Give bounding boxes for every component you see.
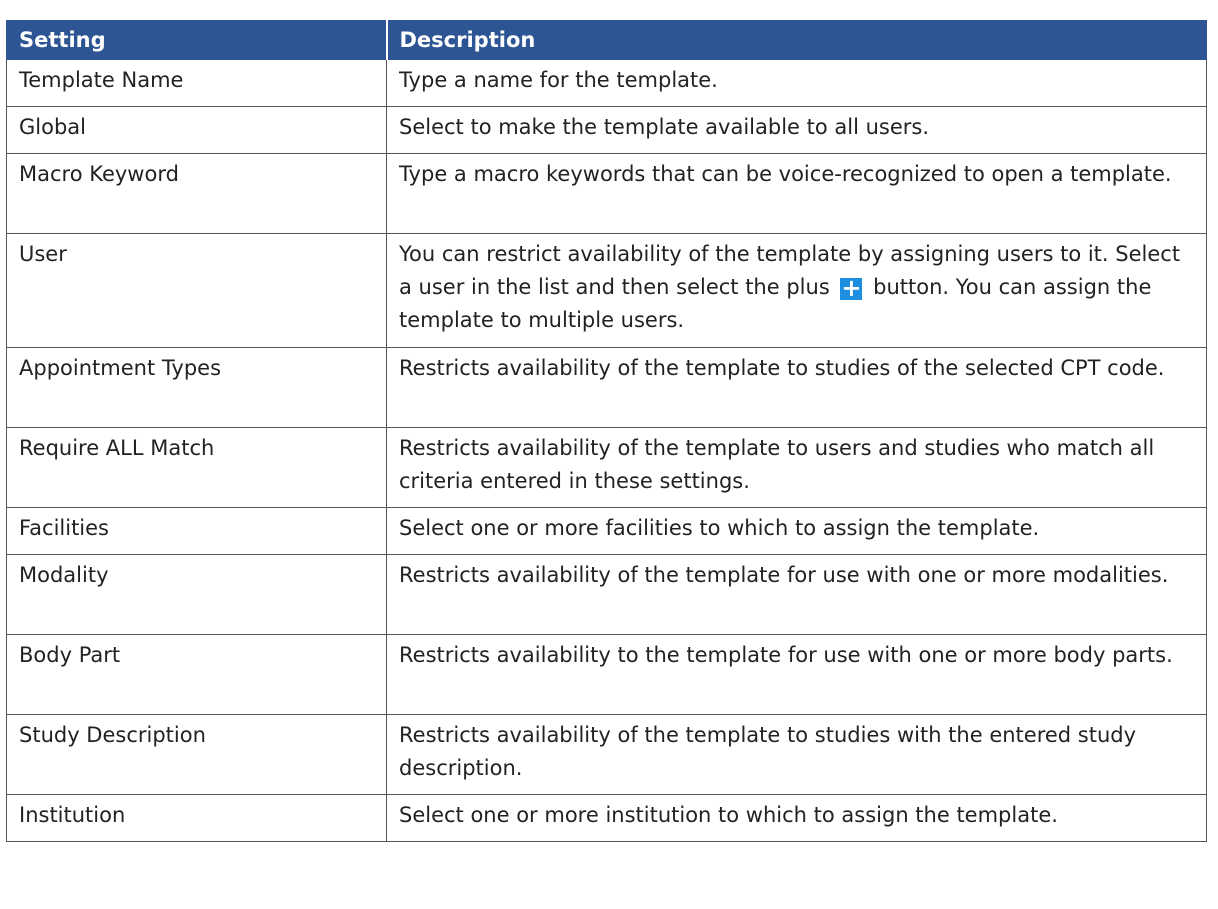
description-cell: You can restrict availability of the tem… bbox=[386, 233, 1207, 348]
setting-cell: User bbox=[6, 233, 387, 348]
header-row: Setting Description bbox=[6, 20, 1207, 60]
setting-cell: Macro Keyword bbox=[6, 153, 387, 234]
settings-table: Setting Description Template Name Type a… bbox=[6, 20, 1207, 842]
setting-cell: Body Part bbox=[6, 634, 387, 715]
setting-cell: Appointment Types bbox=[6, 347, 387, 428]
description-cell: Select to make the template available to… bbox=[386, 106, 1207, 154]
table-row: Require ALL Match Restricts availability… bbox=[6, 427, 1207, 508]
table-row: User You can restrict availability of th… bbox=[6, 233, 1207, 348]
table-row: Template Name Type a name for the templa… bbox=[6, 59, 1207, 107]
description-cell: Restricts availability of the template t… bbox=[386, 347, 1207, 428]
setting-cell: Institution bbox=[6, 794, 387, 842]
setting-cell: Facilities bbox=[6, 507, 387, 555]
setting-cell: Modality bbox=[6, 554, 387, 635]
table-row: Facilities Select one or more facilities… bbox=[6, 507, 1207, 555]
table-row: Modality Restricts availability of the t… bbox=[6, 554, 1207, 635]
table-row: Appointment Types Restricts availability… bbox=[6, 347, 1207, 428]
description-cell: Restricts availability of the template t… bbox=[386, 427, 1207, 508]
description-cell: Select one or more institution to which … bbox=[386, 794, 1207, 842]
description-cell: Type a macro keywords that can be voice-… bbox=[386, 153, 1207, 234]
table-row: Institution Select one or more instituti… bbox=[6, 794, 1207, 842]
description-cell: Restricts availability to the template f… bbox=[386, 634, 1207, 715]
plus-icon: + bbox=[840, 274, 863, 302]
description-cell: Type a name for the template. bbox=[386, 59, 1207, 107]
table-row: Macro Keyword Type a macro keywords that… bbox=[6, 153, 1207, 234]
description-cell: Restricts availability of the template t… bbox=[386, 714, 1207, 795]
setting-cell: Template Name bbox=[6, 59, 387, 107]
table-row: Body Part Restricts availability to the … bbox=[6, 634, 1207, 715]
setting-cell: Require ALL Match bbox=[6, 427, 387, 508]
header-description: Description bbox=[386, 20, 1207, 60]
description-cell: Restricts availability of the template f… bbox=[386, 554, 1207, 635]
table-row: Study Description Restricts availability… bbox=[6, 714, 1207, 795]
description-cell: Select one or more facilities to which t… bbox=[386, 507, 1207, 555]
table-row: Global Select to make the template avail… bbox=[6, 106, 1207, 154]
setting-cell: Study Description bbox=[6, 714, 387, 795]
header-setting: Setting bbox=[6, 20, 388, 60]
setting-cell: Global bbox=[6, 106, 387, 154]
